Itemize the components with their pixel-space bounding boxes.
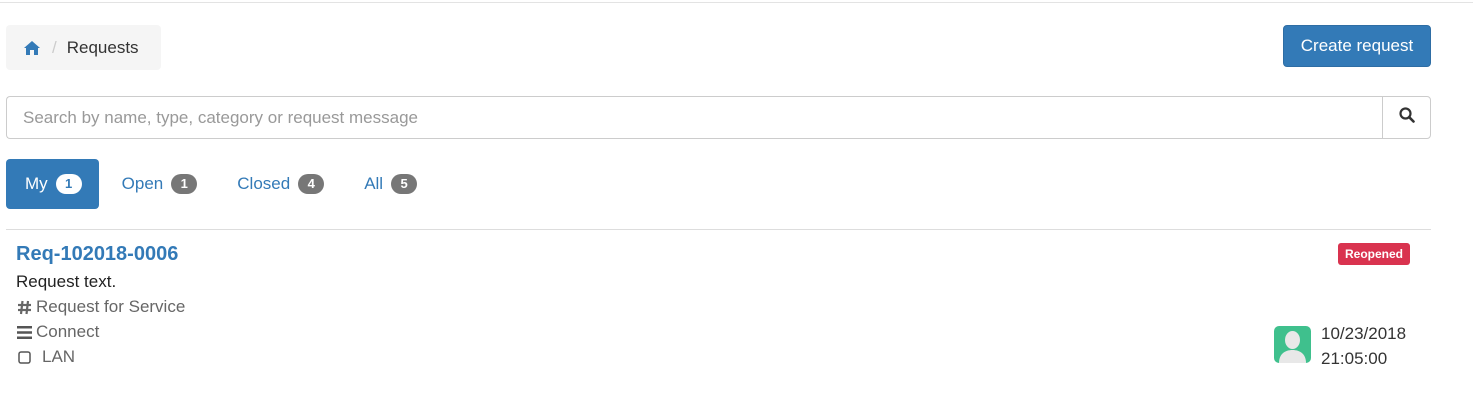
search-icon	[1398, 107, 1415, 128]
status-badge: Reopened	[1338, 243, 1411, 265]
request-subcategory: LAN	[16, 347, 75, 367]
top-divider	[0, 2, 1473, 3]
search-button[interactable]	[1382, 96, 1431, 139]
tab-label: Closed	[237, 174, 291, 193]
hash-icon	[16, 299, 32, 315]
request-type: Request for Service	[16, 297, 185, 317]
tab-label: Open	[121, 174, 164, 193]
tab-closed[interactable]: Closed 4	[218, 159, 341, 209]
request-text: Request text.	[16, 272, 117, 291]
request-filter-tabs: My 1 Open 1 Closed 4 All 5	[6, 159, 438, 209]
request-category: Connect	[16, 322, 99, 342]
bars-icon	[16, 324, 32, 340]
search-input[interactable]	[6, 96, 1382, 139]
breadcrumb-current: Requests	[66, 37, 139, 57]
request-subcategory-label: LAN	[42, 347, 76, 366]
avatar-icon	[1274, 326, 1311, 363]
request-time: 21:05:00	[1321, 349, 1388, 368]
request-id-link[interactable]: Req-102018-0006	[16, 243, 178, 266]
tab-my[interactable]: My 1	[6, 159, 99, 209]
request-timestamp: 10/23/2018 21:05:00	[1321, 321, 1406, 371]
tab-all[interactable]: All 5	[345, 159, 434, 209]
count-badge: 1	[171, 174, 198, 194]
tab-label: My	[25, 174, 48, 193]
tab-open[interactable]: Open 1	[103, 159, 215, 209]
request-category-label: Connect	[36, 322, 100, 341]
request-date: 10/23/2018	[1321, 324, 1407, 343]
square-icon	[16, 349, 32, 365]
count-badge: 1	[55, 174, 82, 194]
breadcrumb-separator: /	[52, 37, 57, 57]
count-badge: 5	[391, 174, 418, 194]
request-type-label: Request for Service	[36, 297, 186, 316]
home-icon[interactable]	[24, 39, 42, 57]
tab-label: All	[364, 174, 384, 193]
count-badge: 4	[298, 174, 325, 194]
create-request-button[interactable]: Create request	[1283, 25, 1431, 67]
breadcrumb: / Requests	[6, 25, 161, 70]
search-group	[6, 96, 1431, 139]
list-item: Req-102018-0006 Request text. Request fo…	[6, 230, 1431, 380]
